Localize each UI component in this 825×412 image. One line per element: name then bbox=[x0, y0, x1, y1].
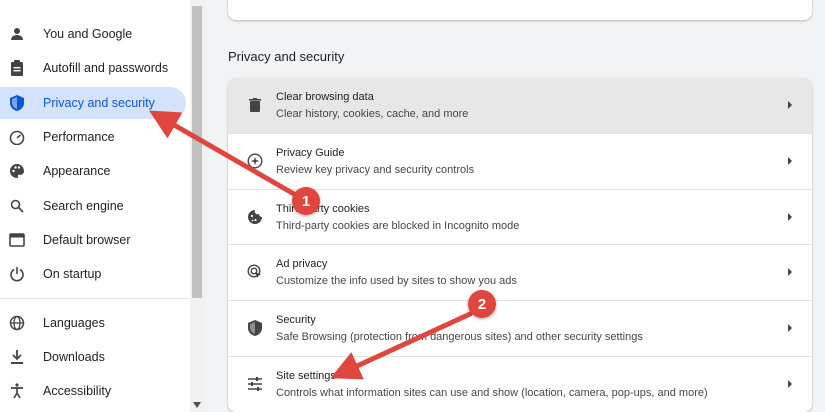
search-icon bbox=[9, 198, 25, 214]
sidebar-item-performance[interactable]: Performance bbox=[0, 121, 186, 153]
row-title: Security bbox=[276, 314, 316, 326]
sidebar-item-autofill[interactable]: Autofill and passwords bbox=[0, 52, 186, 84]
sidebar-item-label: Privacy and security bbox=[43, 96, 155, 110]
cookie-icon bbox=[246, 208, 264, 226]
chevron-right-icon bbox=[788, 268, 792, 276]
row-security[interactable]: Security Safe Browsing (protection from … bbox=[228, 300, 812, 355]
annotation-badge-1: 1 bbox=[292, 187, 320, 215]
previous-section-card bbox=[228, 0, 812, 20]
sidebar-divider bbox=[0, 298, 190, 299]
security-shield-icon bbox=[246, 319, 264, 337]
sidebar-item-languages[interactable]: Languages bbox=[0, 307, 186, 339]
sidebar-item-label: Languages bbox=[43, 316, 105, 330]
row-title: Ad privacy bbox=[276, 258, 328, 270]
sidebar-item-label: You and Google bbox=[43, 27, 133, 41]
privacy-settings-card: Clear browsing data Clear history, cooki… bbox=[228, 78, 812, 412]
row-subtitle: Customize the info used by sites to show… bbox=[276, 275, 517, 287]
accessibility-icon bbox=[9, 383, 25, 399]
trash-icon bbox=[246, 96, 264, 114]
scrollbar-thumb[interactable] bbox=[192, 6, 202, 298]
sidebar-item-label: Performance bbox=[43, 130, 115, 144]
compass-icon bbox=[246, 152, 264, 170]
sidebar-item-label: Accessibility bbox=[43, 384, 112, 398]
row-title: Clear browsing data bbox=[276, 91, 374, 103]
shield-icon bbox=[9, 95, 25, 111]
chevron-right-icon bbox=[788, 324, 792, 332]
chevron-right-icon bbox=[788, 101, 792, 109]
row-title: Privacy Guide bbox=[276, 147, 345, 159]
sidebar-item-label: Downloads bbox=[43, 350, 105, 364]
row-site-settings[interactable]: Site settings Controls what information … bbox=[228, 356, 812, 411]
sliders-icon bbox=[246, 375, 264, 393]
palette-icon bbox=[9, 163, 25, 179]
sidebar-item-label: Appearance bbox=[43, 164, 111, 178]
sidebar-item-label: Default browser bbox=[43, 233, 131, 247]
scroll-down-arrow-icon[interactable] bbox=[193, 402, 201, 408]
sidebar-item-search-engine[interactable]: Search engine bbox=[0, 190, 186, 222]
row-title: Site settings bbox=[276, 370, 336, 382]
row-subtitle: Clear history, cookies, cache, and more bbox=[276, 108, 469, 120]
row-subtitle: Safe Browsing (protection from dangerous… bbox=[276, 331, 643, 343]
sidebar: You and Google Autofill and passwords Pr… bbox=[0, 0, 190, 412]
row-title: Third-party cookies bbox=[276, 203, 370, 215]
clipboard-icon bbox=[9, 60, 25, 76]
sidebar-item-appearance[interactable]: Appearance bbox=[0, 155, 186, 187]
sidebar-scrollbar[interactable] bbox=[190, 0, 204, 412]
download-icon bbox=[9, 349, 25, 365]
sidebar-item-you-and-google[interactable]: You and Google bbox=[0, 18, 186, 50]
row-subtitle: Third-party cookies are blocked in Incog… bbox=[276, 220, 520, 232]
person-icon bbox=[9, 26, 25, 42]
sidebar-item-label: On startup bbox=[43, 267, 102, 281]
sidebar-item-downloads[interactable]: Downloads bbox=[0, 341, 186, 373]
row-subtitle: Controls what information sites can use … bbox=[276, 387, 708, 399]
row-clear-browsing-data[interactable]: Clear browsing data Clear history, cooki… bbox=[228, 78, 812, 133]
sidebar-item-label: Autofill and passwords bbox=[43, 61, 169, 75]
row-ad-privacy[interactable]: Ad privacy Customize the info used by si… bbox=[228, 244, 812, 299]
speedometer-icon bbox=[9, 129, 25, 145]
sidebar-item-on-startup[interactable]: On startup bbox=[0, 258, 186, 290]
chevron-right-icon bbox=[788, 380, 792, 388]
row-privacy-guide[interactable]: Privacy Guide Review key privacy and sec… bbox=[228, 133, 812, 188]
chevron-right-icon bbox=[788, 213, 792, 221]
power-icon bbox=[9, 266, 25, 282]
section-title: Privacy and security bbox=[228, 49, 345, 64]
sidebar-item-accessibility[interactable]: Accessibility bbox=[0, 375, 186, 407]
row-subtitle: Review key privacy and security controls bbox=[276, 164, 475, 176]
chevron-right-icon bbox=[788, 157, 792, 165]
annotation-badge-2: 2 bbox=[468, 290, 496, 318]
globe-icon bbox=[9, 315, 25, 331]
sidebar-item-default-browser[interactable]: Default browser bbox=[0, 224, 186, 256]
ad-privacy-icon bbox=[246, 263, 264, 281]
sidebar-item-label: Search engine bbox=[43, 199, 124, 213]
sidebar-item-privacy-and-security[interactable]: Privacy and security bbox=[0, 87, 186, 119]
browser-window-icon bbox=[9, 232, 25, 248]
